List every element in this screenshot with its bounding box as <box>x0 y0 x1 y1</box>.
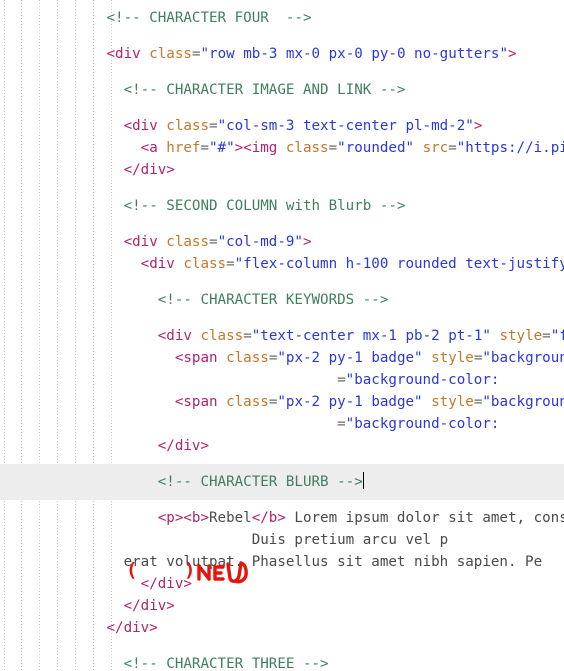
code-line-24[interactable]: <!-- CHARACTER THREE --> <box>0 646 564 671</box>
code-line-content: <!-- CHARACTER KEYWORDS --> <box>0 282 564 318</box>
code-line-content: </div> <box>0 428 564 464</box>
code-line-content: </div> <box>0 152 564 188</box>
code-line-content: <!-- CHARACTER THREE --> <box>0 646 564 671</box>
code-line-content: <!-- CHARACTER FOUR --> <box>0 0 564 36</box>
text-caret <box>362 472 364 489</box>
code-line-1[interactable]: <!-- CHARACTER FOUR --> <box>0 0 564 36</box>
token-cm: <!-- SECOND COLUMN with Blurb --> <box>4 198 406 214</box>
code-line-content: <!-- CHARACTER BLURB --> <box>0 464 564 500</box>
token-cm: <!-- CHARACTER KEYWORDS --> <box>4 292 389 308</box>
code-line-content: <!-- SECOND COLUMN with Blurb --> <box>0 188 564 224</box>
code-line-content: <div class="row mb-3 mx-0 px-0 py-0 no-g… <box>0 36 564 72</box>
token-cm: <!-- CHARACTER THREE --> <box>4 656 329 671</box>
token-st: "row mb-3 mx-0 px-0 py-0 no-gutters" <box>200 46 508 62</box>
token-cm: <!-- CHARACTER IMAGE AND LINK --> <box>4 82 406 98</box>
code-line-16[interactable]: </div> <box>0 428 564 464</box>
code-line-3[interactable]: <!-- CHARACTER IMAGE AND LINK --> <box>0 72 564 108</box>
token-cm: <!-- CHARACTER BLURB --> <box>4 474 363 490</box>
token-tg: > <box>507 46 517 62</box>
token-tg: </div> <box>4 162 175 178</box>
code-line-7[interactable]: <!-- SECOND COLUMN with Blurb --> <box>0 188 564 224</box>
token-tg: </div> <box>4 438 209 454</box>
token-tg: <div <box>4 46 150 62</box>
token-at: class <box>149 46 192 62</box>
code-line-6[interactable]: </div> <box>0 152 564 188</box>
code-line-10[interactable]: <!-- CHARACTER KEYWORDS --> <box>0 282 564 318</box>
code-line-content: <div class="flex-column h-100 rounded te… <box>0 246 564 282</box>
token-at: class <box>183 256 227 272</box>
code-editor-viewport[interactable]: <!-- CHARACTER FOUR --> <div class="row … <box>0 0 564 671</box>
token-eq: = <box>226 256 235 272</box>
code-line-2[interactable]: <div class="row mb-3 mx-0 px-0 py-0 no-g… <box>0 36 564 72</box>
code-line-9[interactable]: <div class="flex-column h-100 rounded te… <box>0 246 564 282</box>
token-tg: <div <box>4 256 184 272</box>
code-line-23[interactable]: </div> <box>0 610 564 646</box>
token-st: "flex-column h-100 rounded text-justify <box>234 256 564 272</box>
token-tg: </div> <box>4 620 158 636</box>
code-line-content: <!-- CHARACTER IMAGE AND LINK --> <box>0 72 564 108</box>
token-cm: <!-- CHARACTER FOUR --> <box>4 10 312 26</box>
code-line-17[interactable]: <!-- CHARACTER BLURB --> <box>0 464 564 500</box>
code-lines-container[interactable]: <!-- CHARACTER FOUR --> <div class="row … <box>0 0 564 671</box>
code-line-content: </div> <box>0 610 564 646</box>
